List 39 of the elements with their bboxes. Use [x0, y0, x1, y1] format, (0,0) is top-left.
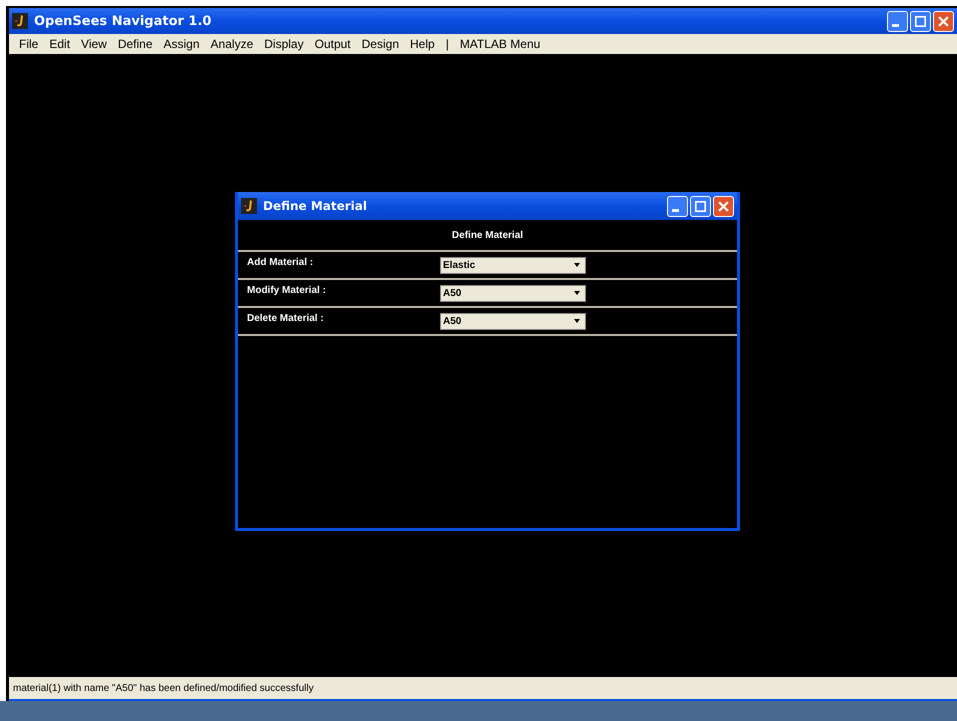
menu-item[interactable]: MATLAB Menu: [454, 37, 546, 51]
window-title: OpenSees Navigator 1.0: [34, 14, 212, 28]
app-icon: [12, 13, 28, 29]
menu-item[interactable]: Assign: [158, 37, 206, 51]
field-label: Add Material :: [246, 256, 314, 268]
caret-icon: [573, 262, 581, 268]
maximize-button[interactable]: [910, 10, 931, 32]
status-text: material(1) with name "A50" has been defined/modified successfully: [13, 682, 314, 694]
dropdown[interactable]: A50: [440, 312, 586, 330]
caret-icon: [573, 290, 581, 296]
maximize-button[interactable]: [690, 196, 711, 216]
close-icon: [938, 16, 949, 26]
field-label: Delete Material :: [246, 312, 325, 324]
menu-item[interactable]: Display: [259, 37, 310, 51]
menu-item[interactable]: |: [440, 37, 455, 51]
menu-item[interactable]: Define: [112, 37, 159, 51]
menu-item[interactable]: File: [14, 37, 44, 51]
menu-item[interactable]: Edit: [44, 37, 76, 51]
close-button[interactable]: [933, 10, 954, 32]
menu-item[interactable]: Design: [356, 37, 405, 51]
close-icon: [718, 200, 729, 212]
dialog-title: Define Material: [263, 199, 368, 213]
caret-icon: [573, 318, 581, 324]
dialog-heading: Define Material: [452, 230, 524, 240]
menu-item[interactable]: View: [76, 37, 113, 51]
minimize-icon: [672, 208, 678, 212]
minimize-button[interactable]: [887, 10, 908, 32]
close-button[interactable]: [713, 196, 734, 216]
dropdown[interactable]: A50: [440, 284, 586, 302]
dropdown[interactable]: Elastic: [440, 256, 586, 274]
menu-item[interactable]: Output: [310, 37, 357, 51]
field-label: Modify Material :: [246, 284, 327, 296]
maximize-icon: [695, 200, 706, 212]
minimize-button[interactable]: [667, 196, 688, 216]
minimize-icon: [892, 24, 898, 26]
menu-item[interactable]: Help: [405, 37, 441, 51]
maximize-icon: [915, 16, 926, 26]
menu-item[interactable]: Analyze: [206, 37, 260, 51]
app-icon: [241, 198, 257, 214]
